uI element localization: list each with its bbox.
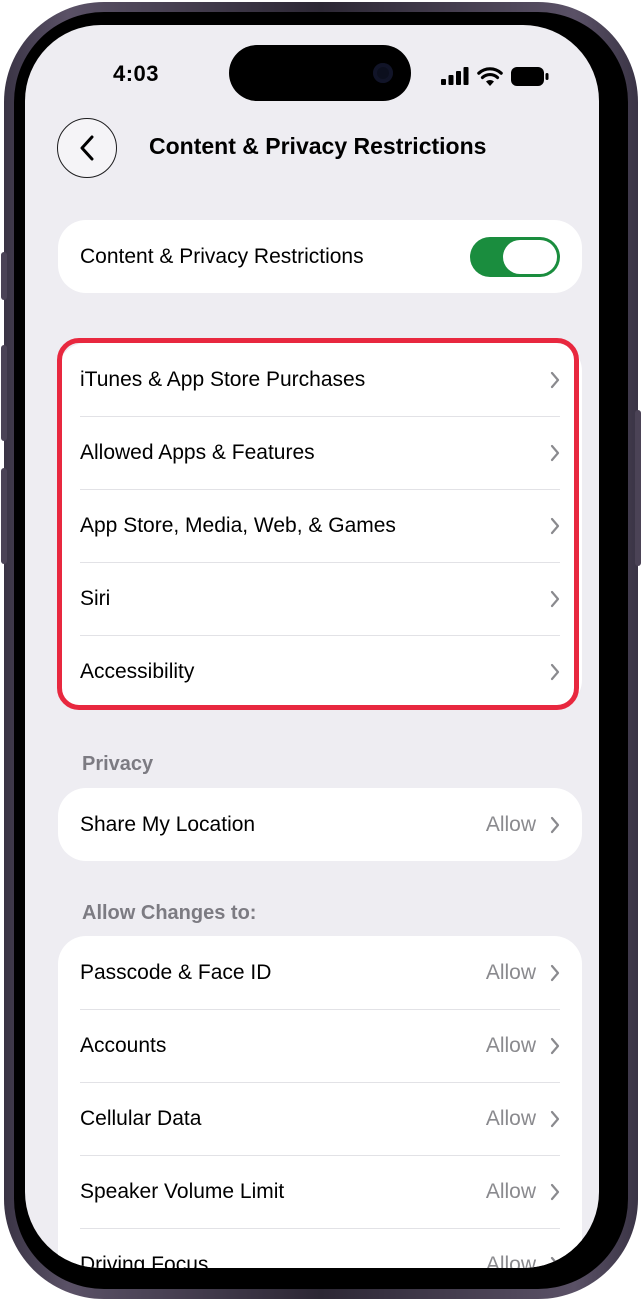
restrictions-toggle-row: Content & Privacy Restrictions (58, 220, 582, 293)
divider (80, 416, 560, 417)
list-item-cellular-data[interactable]: Cellular Data Allow (58, 1082, 582, 1155)
list-item-accounts[interactable]: Accounts Allow (58, 1009, 582, 1082)
list-item-label: Cellular Data (80, 1106, 202, 1130)
divider (80, 1228, 560, 1229)
chevron-right-icon (550, 517, 560, 534)
list-item-value: Allow (485, 1106, 536, 1130)
toggle-knob (503, 239, 557, 274)
restrictions-toggle-card: Content & Privacy Restrictions (58, 220, 582, 293)
chevron-right-icon (550, 371, 560, 388)
list-item-label: Siri (80, 586, 111, 610)
status-time: 4:03 (113, 61, 160, 86)
section-header-privacy: Privacy (82, 753, 154, 775)
screen: 4:03 Content & Privacy Restrictions Cont… (25, 25, 599, 1268)
allow-changes-list: Passcode & Face ID Allow Accounts Allow … (58, 936, 582, 1268)
list-item-value: Allow (485, 960, 536, 984)
divider (80, 489, 560, 490)
list-item-app-store-media[interactable]: App Store, Media, Web, & Games (58, 489, 582, 562)
divider (80, 1009, 560, 1010)
list-item-value: Allow (485, 1179, 536, 1203)
action-button (1, 252, 7, 300)
list-item-share-location[interactable]: Share My Location Allow (58, 788, 582, 861)
list-item-value: Allow (485, 1033, 536, 1057)
list-item-label: Accounts (80, 1033, 167, 1057)
list-item-value: Allow (485, 1252, 536, 1269)
list-item-label: Passcode & Face ID (80, 960, 272, 984)
chevron-right-icon (550, 964, 560, 981)
back-button[interactable] (57, 118, 117, 178)
battery-icon (511, 66, 549, 86)
chevron-right-icon (550, 1256, 560, 1268)
divider (80, 1155, 560, 1156)
list-item-value: Allow (485, 812, 536, 836)
chevron-right-icon (550, 1110, 560, 1127)
camera-icon (373, 63, 393, 83)
list-item-label: Allowed Apps & Features (80, 440, 315, 464)
chevron-right-icon (550, 1037, 560, 1054)
restrictions-toggle[interactable] (470, 236, 560, 277)
list-item-label: Accessibility (80, 659, 195, 683)
page-title: Content & Privacy Restrictions (149, 133, 487, 159)
list-item-accessibility[interactable]: Accessibility (58, 635, 582, 708)
toggle-label: Content & Privacy Restrictions (80, 244, 364, 268)
section-header-allow-changes: Allow Changes to: (82, 902, 257, 924)
chevron-right-icon (550, 590, 560, 607)
list-item-allowed-apps[interactable]: Allowed Apps & Features (58, 416, 582, 489)
chevron-right-icon (550, 444, 560, 461)
list-item-speaker-volume-limit[interactable]: Speaker Volume Limit Allow (58, 1155, 582, 1228)
wifi-icon (477, 66, 503, 86)
cellular-signal-icon (441, 67, 469, 85)
list-item-label: App Store, Media, Web, & Games (80, 513, 396, 537)
list-item-label: Driving Focus (80, 1252, 209, 1269)
dynamic-island (229, 45, 411, 101)
chevron-right-icon (550, 663, 560, 680)
list-item-itunes-purchases[interactable]: iTunes & App Store Purchases (58, 343, 582, 416)
chevron-right-icon (550, 1183, 560, 1200)
list-item-driving-focus[interactable]: Driving Focus Allow (58, 1228, 582, 1268)
volume-down-button (1, 468, 7, 564)
list-item-label: iTunes & App Store Purchases (80, 367, 366, 391)
divider (80, 635, 560, 636)
chevron-left-icon (80, 135, 94, 161)
chevron-right-icon (550, 816, 560, 833)
status-icons (441, 65, 549, 87)
list-item-label: Share My Location (80, 812, 256, 836)
volume-up-button (1, 345, 7, 441)
restrictions-list: iTunes & App Store Purchases Allowed App… (58, 343, 582, 708)
list-item-siri[interactable]: Siri (58, 562, 582, 635)
list-item-label: Speaker Volume Limit (80, 1179, 285, 1203)
privacy-list: Share My Location Allow (58, 788, 582, 861)
divider (80, 1082, 560, 1083)
list-item-passcode-face-id[interactable]: Passcode & Face ID Allow (58, 936, 582, 1009)
divider (80, 562, 560, 563)
power-button (635, 410, 641, 566)
